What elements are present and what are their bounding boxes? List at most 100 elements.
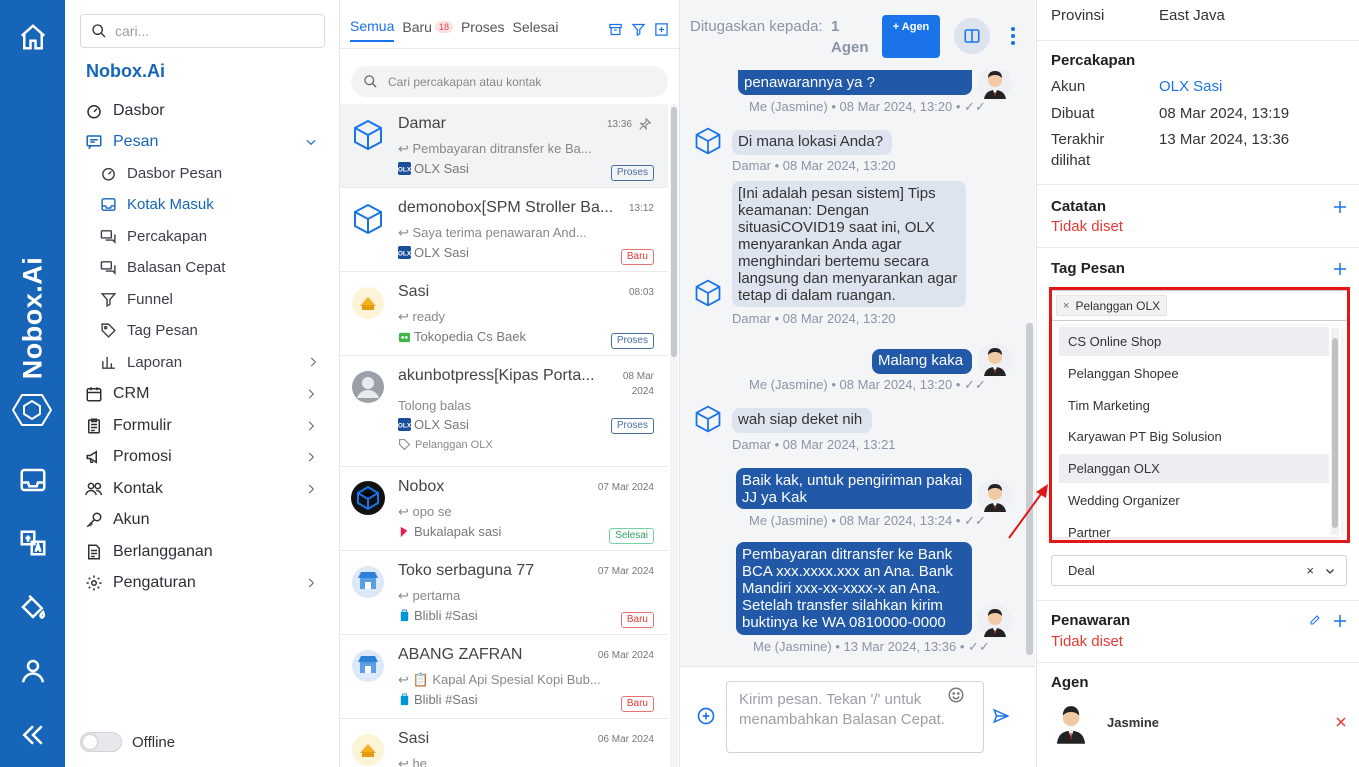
pin-icon[interactable] — [638, 117, 652, 131]
conversation-item[interactable]: Sasi 08:03 ↩ ready Tokopedia Cs Baek Pro… — [340, 272, 668, 356]
nav-sub-tag-pesan[interactable]: Tag Pesan — [100, 318, 320, 342]
tag-option[interactable]: Pelanggan Shopee — [1059, 359, 1329, 388]
nav-item-crm[interactable]: CRM — [85, 381, 330, 407]
bar-chart-icon — [102, 356, 115, 369]
nav-search[interactable] — [80, 14, 325, 48]
send-icon[interactable] — [991, 707, 1011, 725]
penawaran-value: Tidak diset — [1051, 633, 1123, 650]
source-label: Blibli #Sasi — [414, 608, 478, 623]
new-conversation-icon[interactable] — [654, 22, 669, 37]
chat-panel: Ditugaskan kepada: 1 Agen + Agen penawar… — [680, 0, 1035, 767]
conversation-item[interactable]: Sasi 06 Mar 2024 ↩ he — [340, 719, 668, 767]
cube-avatar-icon — [695, 405, 721, 433]
emoji-icon[interactable] — [947, 686, 965, 704]
provinsi-value: East Java — [1159, 7, 1225, 24]
archive-icon[interactable] — [608, 22, 623, 37]
nav-sub-label: Kotak Masuk — [127, 195, 214, 213]
conversation-search[interactable] — [351, 66, 668, 97]
nav-sub-label: Tag Pesan — [127, 321, 198, 339]
nav-search-input[interactable] — [115, 23, 305, 39]
more-options-icon[interactable] — [1005, 24, 1021, 48]
add-tag-icon[interactable] — [1333, 262, 1347, 276]
nav-item-promosi[interactable]: Promosi — [85, 444, 330, 470]
conversation-preview: ↩ ready — [398, 309, 446, 324]
add-attachment-icon[interactable] — [696, 706, 716, 726]
remove-agent-icon[interactable] — [1335, 716, 1347, 728]
conversation-name: Damar — [398, 115, 447, 132]
conversation-item[interactable]: Nobox 07 Mar 2024 ↩ opo se Bukalapak sas… — [340, 467, 668, 551]
nav-item-pesan[interactable]: Pesan — [85, 129, 330, 155]
meta-text: Me (Jasmine) • 08 Mar 2024, 13:20 • — [749, 377, 961, 392]
olx-icon: OLX — [398, 246, 411, 259]
akun-value[interactable]: OLX Sasi — [1159, 76, 1222, 97]
nav-sub-kotak-masuk[interactable]: Kotak Masuk — [100, 192, 320, 216]
conversation-item[interactable]: akunbotpress[Kipas Porta... 08 Mar 2024 … — [340, 356, 668, 467]
clear-deal-icon[interactable]: × — [1306, 556, 1314, 585]
divider — [1037, 662, 1359, 663]
tab-selesai[interactable]: Selesai — [513, 18, 559, 42]
collapse-icon[interactable] — [18, 720, 48, 750]
conversation-name: Nobox — [398, 478, 445, 495]
user-icon[interactable] — [18, 656, 48, 686]
conversation-time: 06 Mar 2024 — [597, 650, 654, 661]
nav-sub-label: Dasbor Pesan — [127, 164, 223, 182]
conversation-item[interactable]: Damar 13:36 ↩ Pembayaran ditransfer ke B… — [340, 104, 668, 188]
add-agent-button[interactable]: + Agen — [882, 15, 940, 58]
conversation-preview: ↩ Pembayaran ditransfer ke Ba... — [398, 141, 592, 156]
toggle-panel-button[interactable] — [954, 18, 990, 54]
dropdown-scrollbar-thumb[interactable] — [1332, 338, 1338, 528]
nav-item-label: Berlangganan — [113, 543, 213, 560]
tag-option[interactable]: Partner — [1059, 518, 1329, 537]
message-input[interactable]: Kirim pesan. Tekan '/' untuk menambahkan… — [726, 681, 984, 753]
conversation-item[interactable]: ABANG ZAFRAN 06 Mar 2024 ↩ 📋 Kapal Api S… — [340, 635, 668, 719]
conversation-name: ABANG ZAFRAN — [398, 646, 523, 663]
divider — [1037, 247, 1359, 248]
nav-item-pengaturan[interactable]: Pengaturan — [85, 570, 330, 596]
nav-item-berlangganan[interactable]: Berlangganan — [85, 539, 330, 565]
nav-item-dasbor[interactable]: Dasbor — [85, 98, 330, 124]
key-icon — [86, 512, 102, 528]
tab-semua[interactable]: Semua — [350, 18, 395, 42]
add-note-icon[interactable] — [1333, 200, 1347, 214]
nav-sub-percakapan[interactable]: Percakapan — [100, 224, 320, 248]
tag-option[interactable]: Karyawan PT Big Solusion — [1059, 422, 1329, 451]
add-offer-icon[interactable] — [1333, 614, 1347, 628]
nav-sub-laporan[interactable]: Laporan — [100, 350, 320, 374]
remove-tag-icon[interactable]: × — [1063, 300, 1069, 312]
tag-option[interactable]: Tim Marketing — [1059, 391, 1329, 420]
nav-item-formulir[interactable]: Formulir — [85, 413, 330, 439]
nav-sub-label: Laporan — [127, 353, 183, 371]
tag-option[interactable]: Pelanggan OLX — [1059, 454, 1329, 483]
deal-select[interactable]: Deal × — [1051, 555, 1347, 586]
translate-icon[interactable] — [18, 528, 48, 558]
message-meta: Damar • 08 Mar 2024, 13:20 — [732, 311, 896, 326]
home-icon[interactable] — [18, 22, 48, 52]
nav-item-akun[interactable]: Akun — [85, 507, 330, 533]
status-badge: Baru — [620, 612, 654, 628]
list-scrollbar-thumb[interactable] — [671, 107, 677, 357]
nav-sub-dasbor-pesan[interactable]: Dasbor Pesan — [100, 161, 320, 185]
conversation-search-input[interactable] — [388, 74, 648, 89]
message-composer: Kirim pesan. Tekan '/' untuk menambahkan… — [680, 666, 1035, 767]
nobox-logo-icon — [12, 392, 52, 428]
inbox-icon[interactable] — [18, 465, 48, 495]
conversation-item[interactable]: Toko serbaguna 77 07 Mar 2024 ↩ pertama … — [340, 551, 668, 635]
message-meta: Me (Jasmine) • 08 Mar 2024, 13:20 • ✓✓ — [749, 377, 986, 393]
preview-text: Tolong balas — [398, 398, 471, 413]
filter-icon[interactable] — [631, 22, 646, 37]
conversation-item[interactable]: demonobox[SPM Stroller Ba... 13:12 ↩ Say… — [340, 188, 668, 272]
edit-icon[interactable] — [1309, 614, 1321, 626]
tab-proses[interactable]: Proses — [461, 18, 505, 42]
dibuat-value: 08 Mar 2024, 13:19 — [1159, 105, 1290, 122]
nav-sub-balasan-cepat[interactable]: Balasan Cepat — [100, 255, 320, 279]
nav-item-label: Pesan — [113, 133, 159, 150]
tag-select[interactable]: × Pelanggan OLX — [1051, 290, 1348, 321]
tab-baru[interactable]: Baru 18 — [402, 18, 453, 42]
paint-bucket-icon[interactable] — [18, 592, 48, 622]
tag-option[interactable]: Wedding Organizer — [1059, 486, 1329, 515]
tag-option[interactable]: CS Online Shop — [1059, 327, 1329, 356]
nav-item-kontak[interactable]: Kontak — [85, 476, 330, 502]
nav-sub-funnel[interactable]: Funnel — [100, 287, 320, 311]
online-toggle[interactable] — [80, 732, 122, 752]
clipboard-icon — [88, 418, 100, 434]
